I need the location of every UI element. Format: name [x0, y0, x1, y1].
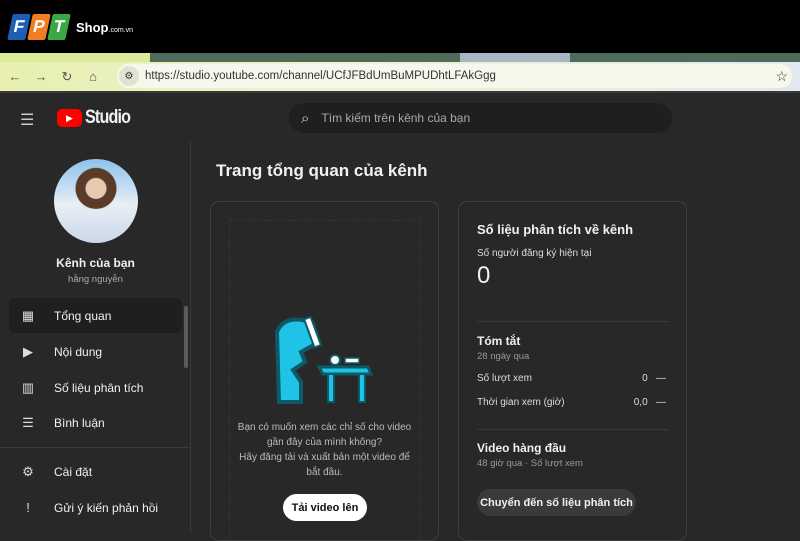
- illustration-icon: [274, 315, 374, 404]
- upload-card: Bạn có muốn xem các chỉ số cho video gần…: [210, 201, 439, 541]
- page-title: Trang tổng quan của kênh: [216, 161, 428, 180]
- url-text[interactable]: https://studio.youtube.com/channel/UCfJF…: [145, 70, 496, 82]
- reload-icon[interactable]: ↻: [56, 69, 78, 85]
- top-videos-subtitle: 48 giờ qua · Số lượt xem: [477, 458, 583, 469]
- content-icon: ▶: [23, 343, 33, 359]
- search-icon: ⌕: [301, 109, 310, 127]
- sidebar-item-comments[interactable]: ☰ Bình luận: [9, 405, 182, 440]
- views-value: 0 —: [642, 373, 666, 384]
- studio-header: ☰ ▶ Studio ⌕ Tìm kiếm trên kênh của bạn: [0, 91, 800, 141]
- divider: [477, 321, 668, 322]
- home-icon[interactable]: ⌂: [82, 69, 104, 84]
- channel-name: hằng nguyễn: [68, 274, 123, 285]
- menu-icon[interactable]: ☰: [20, 110, 34, 130]
- feedback-icon: !: [26, 500, 30, 515]
- fptshop-banner: F P T Shop.com.vn: [0, 0, 800, 53]
- site-settings-icon[interactable]: ⚙: [119, 66, 139, 86]
- channel-title: Kênh của bạn: [56, 256, 135, 270]
- sidebar-item-label: Cài đặt: [54, 464, 93, 479]
- watch-time-label: Thời gian xem (giờ): [477, 397, 565, 408]
- forward-icon[interactable]: →: [30, 69, 52, 84]
- sidebar-item-label: Gửi ý kiến phản hồi: [54, 500, 159, 515]
- message-line: bắt đầu.: [306, 467, 343, 478]
- logo-domain: .com.vn: [108, 26, 134, 34]
- studio-logo[interactable]: ▶ Studio: [57, 107, 138, 129]
- address-bar[interactable]: ⚙ https://studio.youtube.com/channel/UCf…: [117, 64, 792, 88]
- channel-analytics-card: Số liệu phân tích về kênh Số người đăng …: [458, 201, 687, 541]
- metric-trend: —: [656, 373, 666, 384]
- metric-value: 0: [642, 373, 648, 384]
- divider: [477, 429, 668, 430]
- logo-shop: Shop: [76, 19, 109, 35]
- browser-toolbar: ← → ↻ ⌂ ⚙ https://studio.youtube.com/cha…: [0, 62, 800, 91]
- sidebar-item-feedback[interactable]: ! Gửi ý kiến phản hồi: [9, 490, 182, 525]
- sidebar-item-content[interactable]: ▶ Nội dung: [9, 334, 182, 369]
- sidebar-item-label: Số liệu phân tích: [54, 380, 144, 395]
- sidebar-item-label: Bình luận: [54, 415, 105, 430]
- summary-title: Tóm tắt: [477, 334, 521, 348]
- sidebar-item-label: Tổng quan: [54, 308, 112, 323]
- sidebar-scrollbar[interactable]: [184, 306, 188, 368]
- sidebar-item-dashboard[interactable]: ▦ Tổng quan: [9, 298, 182, 333]
- metric-trend: —: [656, 397, 666, 408]
- studio-logo-text: Studio: [85, 107, 131, 128]
- summary-period: 28 ngày qua: [477, 351, 530, 362]
- fptshop-logo: F P T Shop.com.vn: [7, 14, 133, 40]
- youtube-play-icon: ▶: [57, 109, 82, 127]
- message-line: Bạn có muốn xem các chỉ số cho video: [237, 422, 412, 433]
- sidebar: Kênh của bạn hằng nguyễn ▦ Tổng quan ▶ Nội…: [0, 141, 191, 533]
- search-input[interactable]: ⌕ Tìm kiếm trên kênh của bạn: [289, 103, 672, 133]
- dashboard-icon: ▦: [21, 307, 35, 323]
- message-line: gần đây của mình không?: [266, 437, 383, 448]
- sidebar-item-analytics[interactable]: ▥ Số liệu phân tích: [9, 370, 182, 405]
- back-icon[interactable]: ←: [4, 69, 26, 84]
- analytics-title: Số liệu phân tích về kênh: [477, 222, 634, 237]
- tab-strip: [0, 53, 800, 62]
- upload-message: Bạn có muốn xem các chỉ số cho video gần…: [233, 420, 416, 480]
- go-to-analytics-button[interactable]: Chuyển đến số liệu phân tích: [477, 489, 636, 516]
- avatar[interactable]: [54, 159, 138, 243]
- sidebar-item-label: Nội dung: [54, 344, 103, 359]
- sidebar-divider: [0, 447, 190, 448]
- metric-value: 0,0: [633, 397, 648, 408]
- logo-letter: T: [47, 14, 71, 40]
- analytics-icon: ▥: [21, 379, 35, 395]
- gear-icon: ⚙: [22, 463, 34, 479]
- sidebar-item-settings[interactable]: ⚙ Cài đặt: [9, 454, 182, 489]
- search-placeholder: Tìm kiếm trên kênh của bạn: [321, 111, 471, 125]
- message-line: Hãy đăng tải và xuất bản một video để: [239, 452, 410, 463]
- logo-text: Shop.com.vn: [76, 20, 133, 35]
- bookmark-star-icon[interactable]: ☆: [775, 68, 788, 85]
- watch-time-value: 0,0 —: [634, 397, 666, 408]
- comments-icon: ☰: [22, 414, 34, 430]
- upload-video-button[interactable]: Tải video lên: [283, 494, 367, 521]
- top-videos-title: Video hàng đầu: [477, 441, 567, 455]
- views-label: Số lượt xem: [477, 373, 532, 384]
- subscribers-label: Số người đăng ký hiện tại: [477, 248, 592, 259]
- subscribers-value: 0: [477, 262, 491, 289]
